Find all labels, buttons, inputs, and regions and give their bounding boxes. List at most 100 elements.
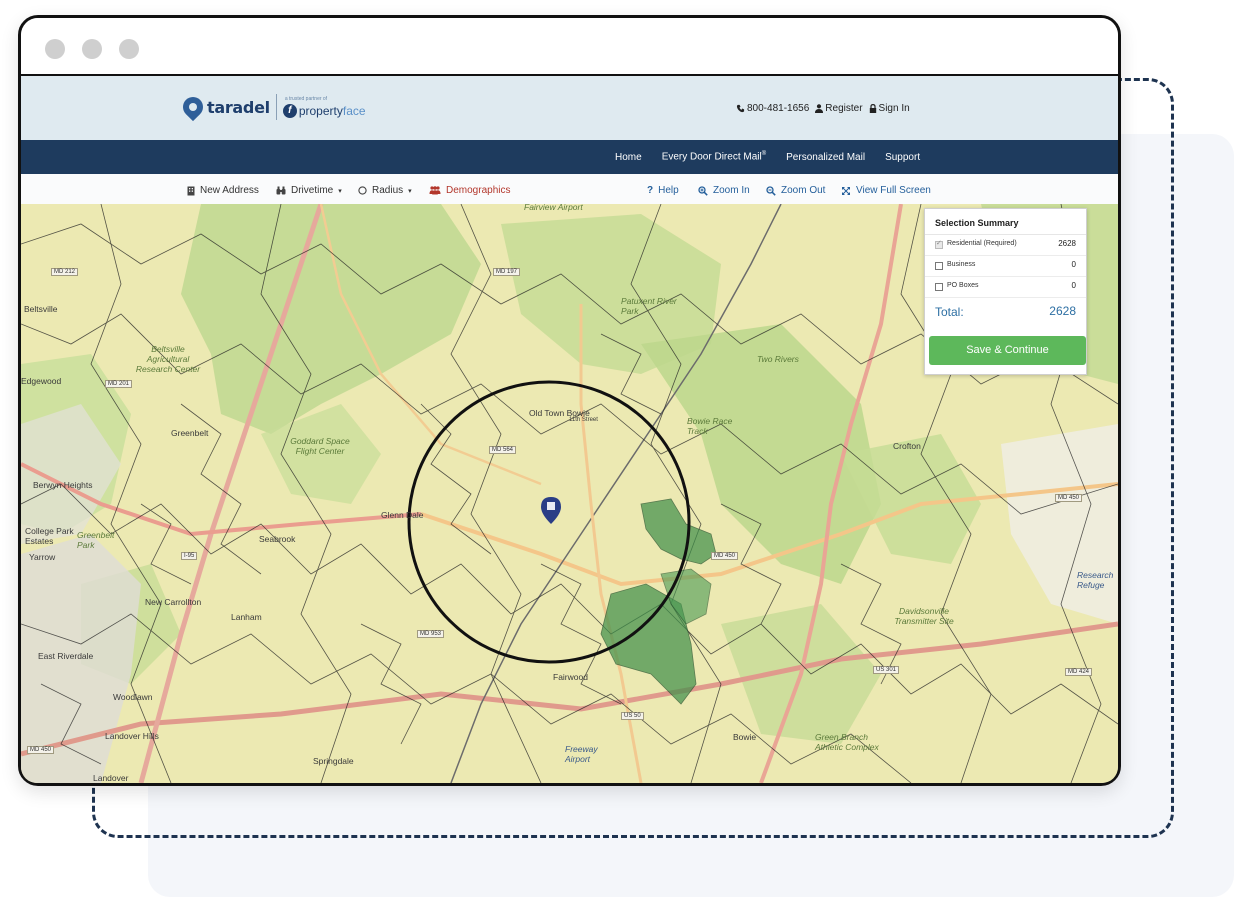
map-label: East Riverdale [38, 651, 94, 661]
map-label: Greenbelt Park [77, 530, 115, 550]
selection-summary-title: Selection Summary [925, 209, 1086, 235]
map-label: Two Rivers [757, 354, 799, 364]
window-close-dot[interactable] [45, 39, 65, 59]
selection-summary-panel: Selection Summary Residential (Required)… [924, 208, 1087, 375]
nav-home[interactable]: Home [615, 152, 642, 163]
map-label: Lanham [231, 612, 262, 622]
map-label: 11th Street [569, 417, 598, 423]
chevron-down-icon: ▾ [408, 187, 412, 195]
map-label: Crofton [893, 441, 921, 451]
phone-number: 800-481-1656 [747, 103, 810, 114]
phone-link[interactable]: 800-481-1656 [736, 103, 809, 114]
road-badge: MD 450 [27, 746, 55, 754]
map-label: Research Refuge [1077, 570, 1114, 590]
radius-dropdown[interactable]: Radius ▾ [358, 174, 412, 207]
demographics-button[interactable]: Demographics [429, 174, 510, 207]
road-badge: I-95 [181, 552, 198, 560]
save-and-continue-button[interactable]: Save & Continue [929, 336, 1086, 365]
road-badge: MD 197 [493, 268, 521, 276]
window-maximize-dot[interactable] [119, 39, 139, 59]
propertyface-icon: f [282, 103, 297, 118]
new-address-button[interactable]: New Address [187, 174, 259, 207]
zoom-out-label: Zoom Out [781, 185, 826, 196]
drivetime-label: Drivetime [291, 185, 334, 196]
register-link[interactable]: Register [815, 103, 863, 114]
help-button[interactable]: ? Help [647, 174, 679, 207]
drivetime-dropdown[interactable]: Drivetime ▾ [276, 174, 342, 207]
partner-logo: a trusted partner of f propertyface [282, 95, 366, 118]
map-label: Davidsonville Transmitter Site [894, 606, 954, 626]
summary-row-residential: Residential (Required) 2628 [925, 235, 1086, 256]
summary-row-po-boxes: PO Boxes 0 [925, 277, 1086, 298]
zoom-out-button[interactable]: Zoom Out [766, 174, 825, 207]
road-badge: MD 424 [1065, 668, 1093, 676]
map-label: Beltsville Agricultural Research Center [135, 344, 201, 374]
road-badge: MD 450 [1055, 494, 1083, 502]
zoom-in-button[interactable]: Zoom In [698, 174, 750, 207]
partner-tagline: a trusted partner of [284, 95, 328, 102]
demographics-label: Demographics [446, 185, 511, 196]
register-label: Register [825, 103, 863, 114]
question-icon: ? [647, 185, 654, 196]
map-label: Green Branch Athletic Complex [815, 732, 879, 752]
map-label: Springdale [313, 756, 354, 766]
business-checkbox[interactable] [935, 262, 943, 270]
map-label: Yarrow [29, 552, 56, 562]
binoculars-icon [276, 186, 286, 195]
circle-icon [358, 186, 367, 195]
nav-every-door-direct-mail[interactable]: Every Door Direct Mail® [662, 151, 766, 162]
logo[interactable]: taradel a trusted partner of f propertyf… [178, 92, 366, 122]
map-label: Greenbelt [171, 428, 209, 438]
building-icon [187, 186, 195, 195]
map-label: College Park Estates [25, 526, 74, 546]
summary-row-value: 0 [1071, 260, 1076, 269]
total-value: 2628 [1049, 304, 1076, 318]
map-label: Beltsville [24, 304, 58, 314]
map-label: Freeway Airport [565, 744, 598, 764]
map-label: Landover [93, 773, 129, 783]
phone-icon [736, 104, 745, 113]
window-chrome [21, 18, 1118, 76]
road-badge: US 301 [873, 666, 900, 674]
road-badge: MD 450 [711, 552, 739, 560]
registered-mark: ® [761, 151, 767, 158]
residential-checkbox[interactable] [935, 239, 943, 249]
zoom-in-icon [698, 185, 708, 196]
logo-divider [275, 94, 277, 120]
header-contact: 800-481-1656 Register Sign In [736, 103, 910, 114]
summary-total: Total: 2628 [925, 298, 1086, 324]
window-minimize-dot[interactable] [82, 39, 102, 59]
road-badge: MD 564 [489, 446, 517, 454]
sign-in-link[interactable]: Sign In [869, 103, 910, 114]
nav-personalized-mail[interactable]: Personalized Mail [786, 152, 865, 163]
map-label: Woodlawn [113, 692, 153, 702]
full-screen-button[interactable]: View Full Screen [841, 174, 931, 207]
summary-row-label: PO Boxes [947, 282, 979, 289]
main-navbar: Home Every Door Direct Mail® Personalize… [21, 140, 1118, 174]
total-label: Total: [935, 305, 964, 319]
map-label: Fairwood [553, 672, 588, 682]
partner-name-b: face [342, 103, 366, 118]
brand-name: taradel [207, 97, 270, 117]
site-header: taradel a trusted partner of f propertyf… [21, 76, 1118, 140]
lock-icon [869, 104, 876, 113]
help-label: Help [658, 185, 679, 196]
nav-support[interactable]: Support [885, 152, 920, 163]
map-label: New Carrollton [145, 597, 202, 607]
summary-row-business: Business 0 [925, 256, 1086, 277]
po-boxes-checkbox[interactable] [935, 283, 943, 291]
radius-label: Radius [372, 185, 404, 196]
map-label: Goddard Space Flight Center [290, 436, 350, 456]
taradel-pin-icon [178, 92, 208, 122]
map-label: Edgewood [21, 376, 62, 386]
sign-in-label: Sign In [878, 103, 910, 114]
chevron-down-icon: ▾ [338, 187, 342, 195]
map-label: Patuxent River Park [621, 296, 677, 316]
map-label: Glenn Dale [381, 510, 424, 520]
summary-row-value: 0 [1071, 281, 1076, 290]
zoom-in-label: Zoom In [713, 185, 750, 196]
zoom-out-icon [766, 185, 776, 196]
nav-edm-label: Every Door Direct Mail [661, 151, 762, 163]
road-badge: MD 953 [417, 630, 445, 638]
summary-row-value: 2628 [1058, 239, 1076, 248]
